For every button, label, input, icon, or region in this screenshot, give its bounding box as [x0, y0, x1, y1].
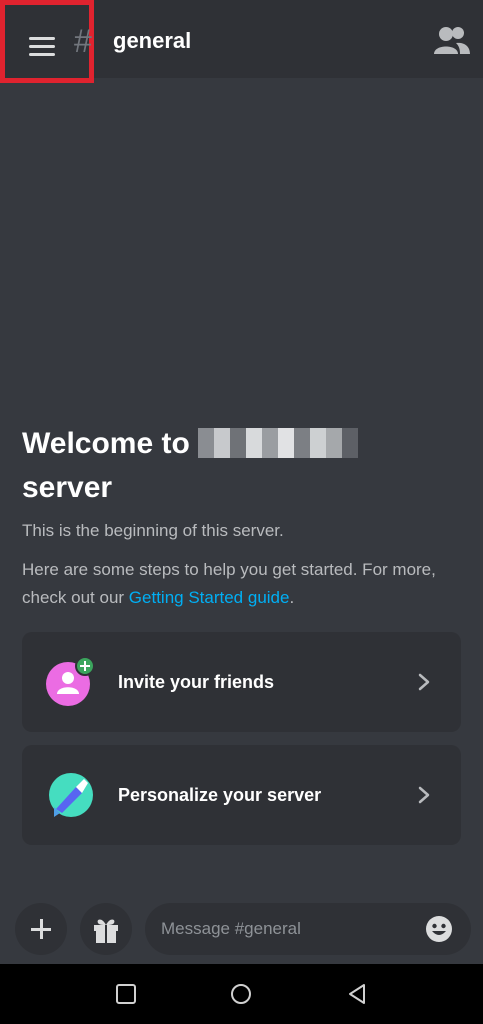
card-label: Personalize your server: [118, 785, 322, 805]
invite-friends-card[interactable]: Invite your friends: [22, 632, 461, 732]
message-input[interactable]: Message #general: [145, 903, 471, 955]
welcome-title: Welcome to server: [22, 422, 462, 510]
welcome-title-prefix: Welcome to: [22, 427, 190, 460]
channel-header: # general: [0, 0, 483, 83]
personalize-server-card[interactable]: Personalize your server: [22, 745, 461, 845]
message-placeholder: Message #general: [161, 919, 301, 938]
redacted-server-name: [198, 427, 359, 459]
chevron-right-icon: [418, 673, 430, 691]
channel-hash-icon: #: [74, 23, 92, 59]
welcome-subtitle: This is the beginning of this server.: [22, 521, 284, 540]
add-attachment-button[interactable]: [15, 903, 67, 955]
card-label: Invite your friends: [118, 672, 275, 692]
members-icon: [434, 27, 470, 54]
channel-name: general: [113, 28, 192, 53]
emoji-icon[interactable]: [425, 915, 453, 943]
hamburger-icon: [29, 37, 55, 40]
recent-apps-icon[interactable]: [114, 982, 138, 1006]
welcome-title-suffix: server: [22, 471, 113, 504]
home-icon[interactable]: [229, 982, 253, 1006]
hamburger-icon: [29, 45, 55, 48]
plus-icon: [31, 919, 51, 939]
gift-icon: [94, 919, 118, 943]
getting-started-link[interactable]: Getting Started guide: [129, 588, 290, 607]
members-button[interactable]: [432, 24, 472, 58]
welcome-steps-text: Here are some steps to help you get star…: [22, 556, 462, 612]
chevron-right-icon: [418, 786, 430, 804]
invite-friends-icon: [46, 658, 94, 706]
back-icon[interactable]: [345, 982, 369, 1006]
personalize-server-icon: [49, 773, 93, 817]
system-nav-bar: [0, 964, 483, 1024]
hamburger-icon: [29, 53, 55, 56]
steps-text-period: .: [289, 588, 295, 607]
gift-button[interactable]: [80, 903, 132, 955]
